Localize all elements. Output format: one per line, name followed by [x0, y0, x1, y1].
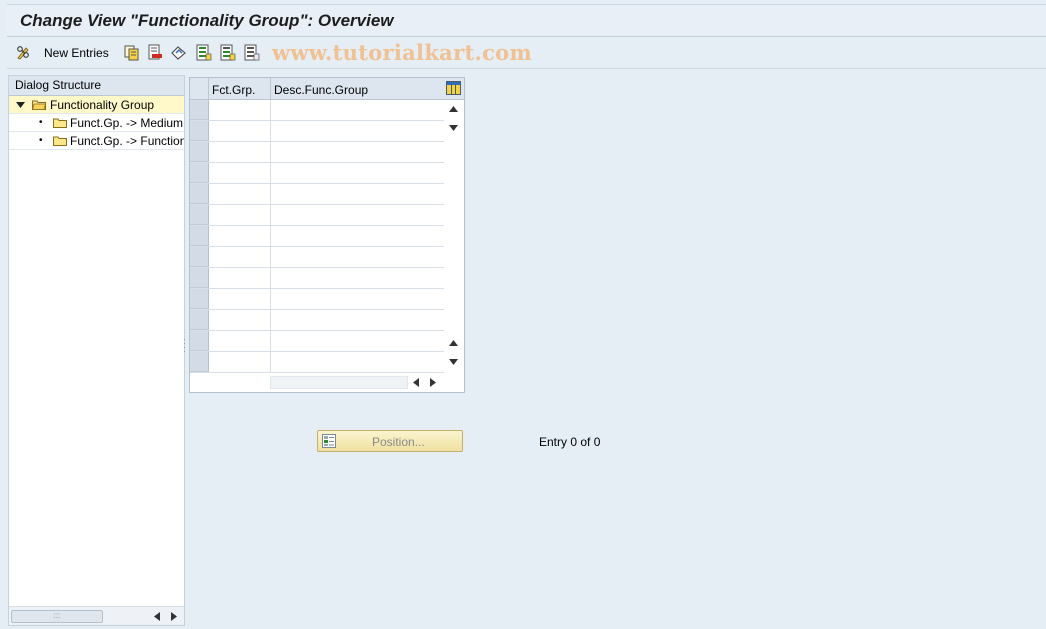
- table-row[interactable]: [190, 142, 444, 163]
- expand-arrow-icon[interactable]: [16, 102, 25, 108]
- row-selector[interactable]: [190, 331, 209, 351]
- title-bar: Change View "Functionality Group": Overv…: [7, 4, 1046, 37]
- table-row[interactable]: [190, 121, 444, 142]
- table-row[interactable]: [190, 163, 444, 184]
- folder-icon: [53, 118, 67, 128]
- tree-item-label: Functionality Group: [50, 98, 155, 112]
- table-row[interactable]: [190, 310, 444, 331]
- table-cell-fct-grp[interactable]: [209, 331, 271, 351]
- table-settings-icon[interactable]: [446, 81, 461, 95]
- row-selector[interactable]: [190, 226, 209, 246]
- sap-window: Change View "Functionality Group": Overv…: [0, 0, 1046, 629]
- scroll-right-icon[interactable]: [430, 378, 436, 387]
- select-all-rows[interactable]: [190, 78, 209, 100]
- scrollbar-thumb[interactable]: :::: [11, 610, 103, 623]
- table-row[interactable]: [190, 100, 444, 121]
- tree-item-function[interactable]: • Funct.Gp. -> Function: [9, 132, 184, 150]
- table-cell-fct-grp[interactable]: [209, 268, 271, 288]
- position-button-label: Position...: [372, 435, 425, 449]
- table-header: Fct.Grp. Desc.Func.Group: [190, 78, 464, 100]
- entry-count-text: Entry 0 of 0: [539, 435, 601, 449]
- table-cell-fct-grp[interactable]: [209, 352, 271, 372]
- table-row[interactable]: [190, 184, 444, 205]
- table-control: Fct.Grp. Desc.Func.Group: [189, 77, 465, 393]
- row-selector[interactable]: [190, 100, 209, 120]
- tree-item-medium[interactable]: • Funct.Gp. -> Medium: [9, 114, 184, 132]
- table-row[interactable]: [190, 247, 444, 268]
- copy-icon[interactable]: [123, 44, 140, 61]
- row-selector[interactable]: [190, 184, 209, 204]
- table-cell-fct-grp[interactable]: [209, 121, 271, 141]
- pencil-glasses-icon[interactable]: [15, 44, 32, 61]
- table-row[interactable]: [190, 289, 444, 310]
- scroll-left-icon[interactable]: [154, 612, 160, 621]
- table-cell-fct-grp[interactable]: [209, 310, 271, 330]
- scroll-page-down-icon[interactable]: [449, 359, 458, 365]
- new-entries-button[interactable]: New Entries: [44, 46, 109, 60]
- table-cell-fct-grp[interactable]: [209, 289, 271, 309]
- table-horizontal-scrollbar[interactable]: [270, 373, 444, 392]
- table-cell-fct-grp[interactable]: [209, 142, 271, 162]
- table-row[interactable]: [190, 205, 444, 226]
- row-selector[interactable]: [190, 142, 209, 162]
- row-selector[interactable]: [190, 205, 209, 225]
- table-cell-fct-grp[interactable]: [209, 226, 271, 246]
- column-header-desc-func-group[interactable]: Desc.Func.Group: [271, 78, 444, 100]
- table-cell-fct-grp[interactable]: [209, 184, 271, 204]
- scroll-down-icon[interactable]: [449, 125, 458, 131]
- tree-horizontal-scrollbar[interactable]: :::: [9, 606, 184, 625]
- row-selector[interactable]: [190, 247, 209, 267]
- column-header-fct-grp[interactable]: Fct.Grp.: [209, 78, 271, 100]
- deselect-all-icon[interactable]: [243, 44, 260, 61]
- table-row[interactable]: [190, 268, 444, 289]
- table-cell-fct-grp[interactable]: [209, 247, 271, 267]
- row-selector[interactable]: [190, 352, 209, 372]
- scroll-page-up-icon[interactable]: [449, 340, 458, 346]
- select-block-icon[interactable]: [219, 44, 236, 61]
- scroll-left-icon[interactable]: [413, 378, 419, 387]
- row-selector[interactable]: [190, 289, 209, 309]
- dialog-structure-panel: Dialog Structure Functionality Group • F…: [8, 75, 185, 626]
- select-all-icon[interactable]: [195, 44, 212, 61]
- bullet-icon: •: [39, 117, 43, 128]
- scroll-up-icon[interactable]: [449, 106, 458, 112]
- splitter-handle[interactable]: · · · ·: [183, 336, 186, 356]
- row-selector[interactable]: [190, 310, 209, 330]
- watermark-text: www.tutorialkart.com: [272, 40, 532, 65]
- row-selector[interactable]: [190, 268, 209, 288]
- position-button[interactable]: Position...: [317, 430, 463, 452]
- tree-item-functionality-group[interactable]: Functionality Group: [9, 96, 184, 114]
- table-row[interactable]: [190, 352, 444, 373]
- table-cell-fct-grp[interactable]: [209, 205, 271, 225]
- table-cell-fct-grp[interactable]: [209, 100, 271, 120]
- page-title: Change View "Functionality Group": Overv…: [20, 11, 394, 30]
- delete-icon[interactable]: [146, 44, 163, 61]
- position-icon: [322, 434, 336, 448]
- folder-icon: [53, 136, 67, 146]
- table-row[interactable]: [190, 331, 444, 352]
- table-row[interactable]: [190, 226, 444, 247]
- row-selector[interactable]: [190, 163, 209, 183]
- tree-item-label: Funct.Gp. -> Function: [70, 134, 184, 148]
- scroll-right-icon[interactable]: [171, 612, 177, 621]
- table-cell-fct-grp[interactable]: [209, 163, 271, 183]
- row-selector[interactable]: [190, 121, 209, 141]
- dialog-structure-header: Dialog Structure: [9, 76, 184, 96]
- tree-item-label: Funct.Gp. -> Medium: [70, 116, 184, 130]
- scrollbar-track[interactable]: [270, 376, 408, 389]
- bullet-icon: •: [39, 135, 43, 146]
- table-vertical-scrollbar[interactable]: [444, 100, 464, 372]
- undo-icon[interactable]: [170, 44, 187, 61]
- open-folder-icon: [32, 100, 46, 110]
- application-toolbar: New Entries www.tutorialkart.com: [7, 38, 1046, 69]
